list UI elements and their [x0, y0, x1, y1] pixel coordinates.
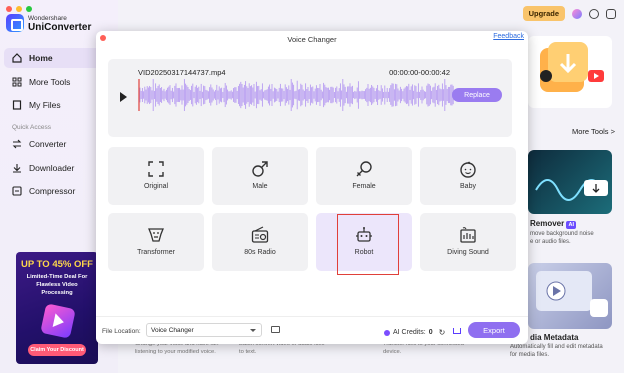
baby-face-icon [460, 161, 476, 178]
noise-remover-desc: move background noise e or audio files. [530, 230, 594, 246]
voice-label: Baby [460, 183, 476, 190]
desc-line: e or audio files. [530, 239, 571, 245]
dialog-title: Voice Changer [287, 35, 337, 44]
voice-tile-80s-radio[interactable]: 80s Radio [212, 213, 308, 271]
maximize-window-button[interactable] [26, 6, 32, 12]
message-icon[interactable] [589, 8, 599, 19]
sidebar-item-label: Downloader [29, 163, 75, 173]
dialog-footer: File Location: Voice Changer AI Credits:… [96, 316, 528, 344]
promo-play-icon [40, 303, 76, 339]
ai-credits-label: AI Credits: [393, 329, 426, 336]
file-name: VID20250317144737.mp4 [138, 68, 226, 77]
cart-icon[interactable] [453, 328, 461, 334]
desc-line: Automatically fill and edit metadata [510, 344, 603, 350]
brand-small: Wondershare [28, 15, 67, 22]
converter-icon [12, 139, 22, 149]
ai-credits: AI Credits: 0 ↻ [384, 328, 445, 337]
male-symbol-icon [252, 161, 268, 177]
voice-tile-diving-sound[interactable]: Diving Sound [420, 213, 516, 271]
voice-label: Female [352, 183, 376, 190]
topbar: Upgrade [522, 6, 616, 21]
chevron-down-icon [250, 329, 256, 332]
voice-changer-dialog: Voice Changer Feedback VID20250317144737… [96, 31, 528, 344]
selection-highlight [337, 214, 399, 275]
promo-line-1: Limited-Time Deal For [26, 274, 88, 280]
voice-tile-female[interactable]: Female [316, 147, 412, 205]
minimize-window-button[interactable] [16, 6, 22, 12]
refresh-icon[interactable]: ↻ [439, 328, 446, 337]
noise-remover-title: Remover AI [530, 219, 576, 229]
compress-icon [12, 186, 22, 196]
sidebar-item-label: More Tools [29, 77, 71, 87]
feature-card-downloader[interactable] [528, 36, 612, 108]
file-location-value: Voice Changer [151, 327, 194, 334]
metadata-desc: Automatically fill and edit metadata for… [510, 343, 603, 359]
window-controls [6, 6, 32, 12]
promo-line-3: Processing [41, 290, 73, 296]
close-window-button[interactable] [6, 6, 12, 12]
voice-tile-original[interactable]: Original [108, 147, 204, 205]
ai-credits-value: 0 [428, 329, 433, 336]
quick-access-label: Quick Access [12, 124, 52, 131]
promo-text: Limited-Time Deal For Flawless Video Pro… [16, 273, 98, 297]
feedback-link[interactable]: Feedback [493, 33, 524, 40]
grid-icon [12, 77, 22, 87]
sidebar-item-label: Converter [29, 139, 67, 149]
noise-remover-art-icon [535, 179, 608, 201]
avatar[interactable] [572, 8, 582, 19]
time-range: 00:00:00-00:00:42 [389, 68, 450, 77]
original-frame-icon [148, 161, 164, 177]
app-window: Wondershare UniConverter Home More Tools… [0, 0, 624, 373]
transformer-icon [148, 228, 164, 242]
downloader-art-icon [540, 42, 604, 92]
replace-button[interactable]: Replace [452, 88, 502, 102]
desc-line: listening to your modified voice. [135, 349, 216, 355]
voice-label: 80s Radio [244, 249, 276, 256]
file-location-select[interactable]: Voice Changer [146, 323, 262, 337]
promo-banner[interactable]: UP TO 45% OFF Limited-Time Deal For Flaw… [16, 252, 98, 364]
more-tools-link[interactable]: More Tools > [572, 127, 615, 136]
female-symbol-icon [356, 161, 372, 177]
voice-label: Male [252, 183, 268, 190]
headset-icon[interactable] [606, 8, 616, 19]
sidebar-item-label: My Files [29, 100, 61, 110]
sidebar-item-label: Compressor [29, 186, 76, 196]
ai-badge: AI [566, 221, 576, 229]
feature-card-noise-remover[interactable] [528, 150, 612, 214]
voice-label: Transformer [137, 249, 175, 256]
app-logo-icon [6, 14, 24, 32]
brand-name: UniConverter [28, 22, 92, 33]
waveform[interactable] [138, 79, 454, 111]
promo-line-2: Flawless Video [36, 282, 78, 288]
desc-line: for media files. [510, 352, 550, 358]
card-title: Remover [530, 219, 565, 228]
metadata-art-icon [536, 271, 608, 317]
folder-icon[interactable] [271, 326, 280, 333]
desc-line: device. [383, 349, 402, 355]
metadata-title: dia Metadata [530, 333, 579, 342]
promo-headline: UP TO 45% OFF [21, 259, 93, 270]
ai-credits-icon [384, 329, 390, 336]
home-icon [12, 53, 22, 63]
download-icon [13, 164, 21, 173]
audio-player: VID20250317144737.mp4 00:00:00-00:00:42 … [108, 59, 512, 137]
file-icon [12, 100, 22, 110]
claim-discount-button[interactable]: Claim Your Discount [28, 344, 86, 356]
voice-label: Original [143, 183, 169, 190]
voice-tile-transformer[interactable]: Transformer [108, 213, 204, 271]
play-icon[interactable] [120, 92, 127, 102]
file-location-label: File Location: [102, 328, 141, 335]
voice-label: Diving Sound [447, 249, 489, 256]
desc-line: to text. [239, 349, 257, 355]
desc-line: move background noise [530, 231, 594, 237]
export-button[interactable]: Export [468, 322, 520, 338]
voice-tile-male[interactable]: Male [212, 147, 308, 205]
feature-card-metadata[interactable] [528, 263, 612, 329]
radio-icon [251, 226, 269, 243]
voice-grid: Original Male Female Baby Transformer 80… [108, 147, 520, 275]
diving-sound-icon [460, 227, 476, 243]
upgrade-button[interactable]: Upgrade [522, 6, 565, 21]
sidebar-item-label: Home [29, 53, 53, 63]
voice-tile-baby[interactable]: Baby [420, 147, 516, 205]
